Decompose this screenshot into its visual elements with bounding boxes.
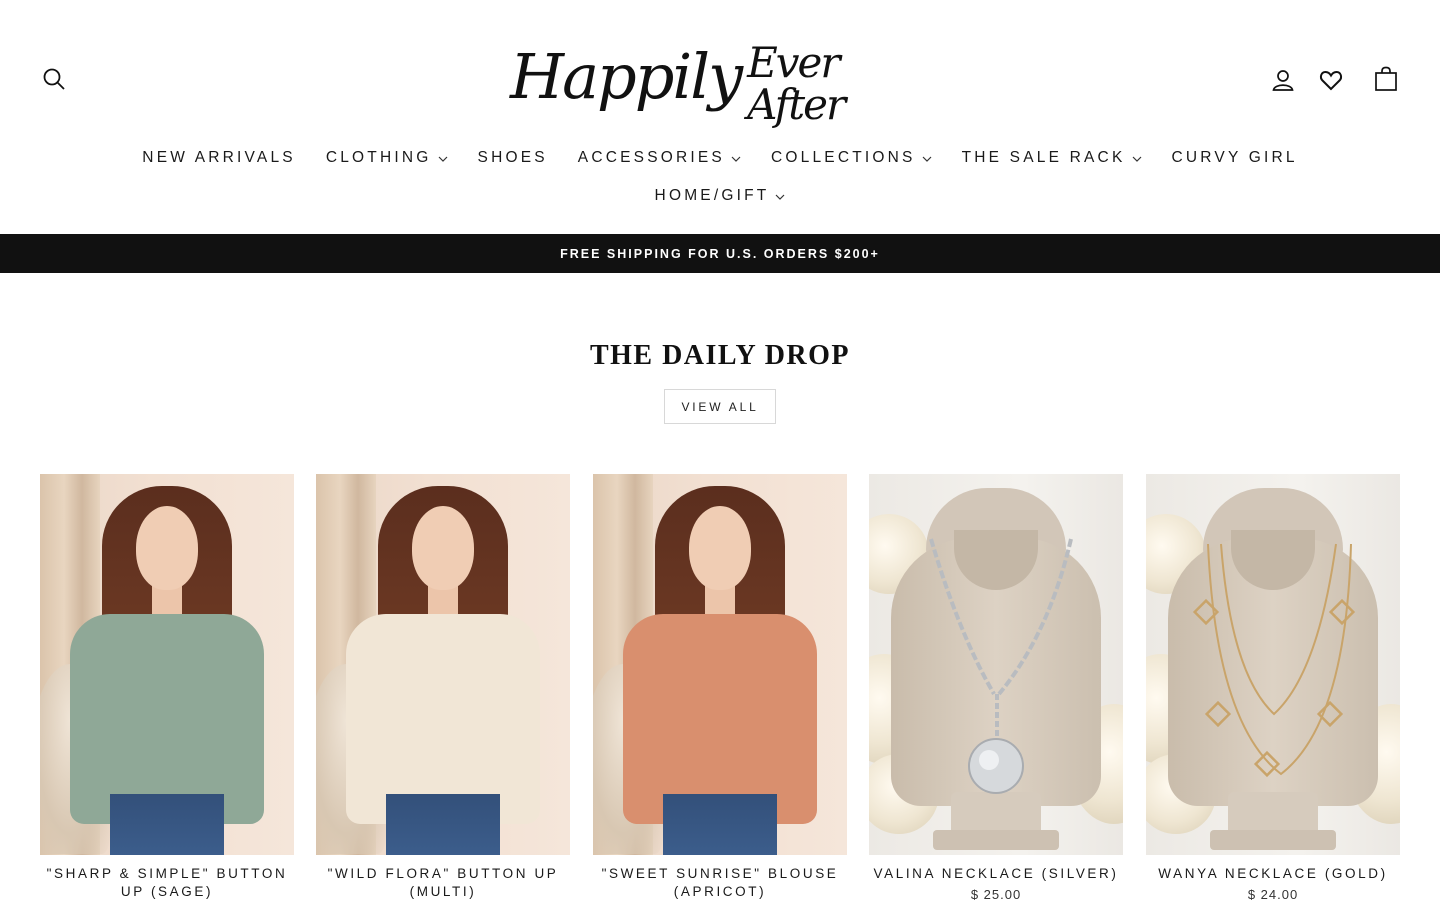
- heart-icon: [1319, 70, 1343, 91]
- product-price: $ 25.00: [970, 887, 1022, 900]
- nav-item-label: COLLECTIONS: [770, 149, 916, 166]
- nav-item-label: THE SALE RACK: [961, 149, 1126, 166]
- chevron-down-icon: [775, 187, 785, 205]
- nav-item-label: HOME/GIFT: [654, 187, 770, 204]
- main-nav-row-1: NEW ARRIVALS CLOTHING SHOES ACCESSORIES COLL…: [0, 145, 1440, 171]
- chevron-down-icon: [1132, 149, 1142, 167]
- section-title: THE DAILY DROP: [589, 340, 851, 371]
- product-image[interactable]: [40, 474, 294, 855]
- chevron-down-icon: [922, 149, 932, 167]
- product-price: $ 24.00: [1247, 887, 1299, 900]
- site-logo[interactable]: Happily Ever After: [510, 22, 930, 132]
- account-button[interactable]: [1268, 64, 1298, 96]
- nav-item-new-arrivals[interactable]: NEW ARRIVALS: [142, 149, 296, 167]
- promo-text: FREE SHIPPING FOR U.S. ORDERS $200+: [560, 246, 880, 261]
- nav-item-accessories[interactable]: ACCESSORIES: [578, 149, 741, 167]
- product-title[interactable]: VALINA NECKLACE (SILVER): [869, 865, 1123, 883]
- product-image[interactable]: [1146, 474, 1400, 855]
- product-title[interactable]: "SHARP & SIMPLE" BUTTON UP (SAGE): [40, 865, 294, 900]
- search-icon: [43, 68, 65, 90]
- nav-item-label: ACCESSORIES: [577, 149, 725, 166]
- product-title[interactable]: WANYA NECKLACE (GOLD): [1146, 865, 1400, 883]
- product-card[interactable]: "SHARP & SIMPLE" BUTTON UP (SAGE): [40, 474, 294, 900]
- product-image[interactable]: [869, 474, 1123, 855]
- product-card[interactable]: "WILD FLORA" BUTTON UP (MULTI): [316, 474, 570, 900]
- nav-item-shoes[interactable]: SHOES: [478, 149, 548, 167]
- main-nav-row-2: HOME/GIFT: [0, 183, 1440, 209]
- cart-button[interactable]: [1370, 62, 1402, 96]
- nav-item-label: CURVY GIRL: [1171, 149, 1298, 166]
- nav-item-label: NEW ARRIVALS: [142, 149, 296, 166]
- chevron-down-icon: [438, 149, 448, 167]
- bag-icon: [1375, 66, 1397, 91]
- nav-item-curvy-girl[interactable]: CURVY GIRL: [1172, 149, 1298, 167]
- nav-item-clothing[interactable]: CLOTHING: [326, 149, 448, 167]
- logo-main-text: Happily: [510, 40, 743, 113]
- view-all-button[interactable]: VIEW ALL: [664, 389, 776, 424]
- product-image[interactable]: [593, 474, 847, 855]
- product-card[interactable]: WANYA NECKLACE (GOLD) $ 24.00: [1146, 474, 1400, 900]
- product-image[interactable]: [316, 474, 570, 855]
- site-header: Happily Ever After NEW ARRIVALS CLOTHING S…: [0, 0, 1440, 234]
- product-title[interactable]: "WILD FLORA" BUTTON UP (MULTI): [316, 865, 570, 900]
- nav-item-the-sale-rack[interactable]: THE SALE RACK: [962, 149, 1142, 167]
- nav-item-home-gift[interactable]: HOME/GIFT: [655, 187, 786, 205]
- product-card[interactable]: "SWEET SUNRISE" BLOUSE (APRICOT): [593, 474, 847, 900]
- logo-sub-text: Ever After: [747, 38, 846, 129]
- nav-item-label: CLOTHING: [325, 149, 432, 166]
- search-button[interactable]: [38, 62, 70, 96]
- wishlist-button[interactable]: [1316, 64, 1346, 96]
- nav-item-collections[interactable]: COLLECTIONS: [771, 149, 932, 167]
- product-title[interactable]: "SWEET SUNRISE" BLOUSE (APRICOT): [593, 865, 847, 900]
- nav-item-label: SHOES: [477, 149, 548, 166]
- promo-bar: FREE SHIPPING FOR U.S. ORDERS $200+: [0, 234, 1440, 273]
- chevron-down-icon: [731, 149, 741, 167]
- product-card[interactable]: VALINA NECKLACE (SILVER) $ 25.00: [869, 474, 1123, 900]
- account-icon: [1272, 70, 1294, 91]
